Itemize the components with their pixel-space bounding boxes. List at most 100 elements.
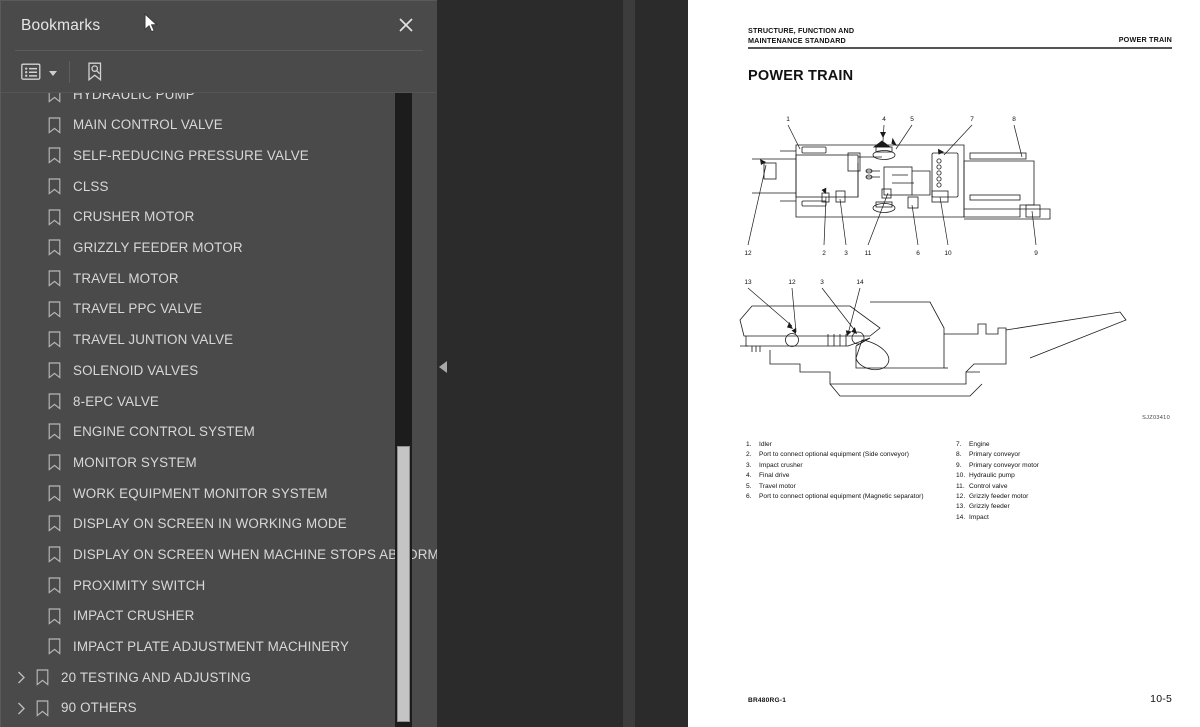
- bookmark-item[interactable]: TRAVEL JUNTION VALVE: [1, 325, 437, 356]
- bookmark-icon: [45, 515, 63, 533]
- page-header-left: STRUCTURE, FUNCTION AND MAINTENANCE STAN…: [748, 26, 854, 45]
- bookmarks-list[interactable]: HYDRAULIC PUMP MAIN CONTROL VALVE SELF-RED…: [1, 92, 437, 727]
- bookmark-item[interactable]: DISPLAY ON SCREEN IN WORKING MODE: [1, 509, 437, 540]
- bookmarks-scrollbar-thumb[interactable]: [397, 446, 410, 722]
- bookmark-icon: [45, 638, 63, 656]
- bookmark-icon: [45, 577, 63, 594]
- mouse-pointer-icon: [144, 12, 160, 35]
- header-rule: [748, 47, 1172, 49]
- bookmark-item[interactable]: 90 OTHERS: [1, 693, 437, 724]
- legend-item: 5. Travel motor: [746, 482, 942, 492]
- bookmarks-scrollbar-track[interactable]: [395, 93, 412, 727]
- svg-text:8: 8: [1012, 116, 1016, 123]
- legend-item-number: 12.: [956, 493, 966, 501]
- page-title: POWER TRAIN: [748, 68, 854, 84]
- panel-collapse-handle[interactable]: [437, 360, 449, 374]
- triangle-left-icon[interactable]: [439, 361, 447, 373]
- bookmark-item[interactable]: CRUSHER MOTOR: [1, 202, 437, 233]
- svg-text:12: 12: [788, 279, 796, 286]
- legend-item-text: Primary conveyor: [969, 451, 1021, 459]
- legend-item-text: Grizzly feeder: [969, 503, 1010, 511]
- grizzly-feeder-diagram: 13 12 3 14: [730, 272, 1130, 407]
- legend-item-text: Port to connect optional equipment (Magn…: [759, 493, 924, 501]
- legend-item: 2. Port to connect optional equipment (Si…: [746, 450, 942, 460]
- bookmarks-panel: Bookmarks HYDRAULIC PUMP MAIN CONTROL VA…: [0, 0, 437, 727]
- bookmark-item[interactable]: HYDRAULIC PUMP: [1, 93, 437, 110]
- legend-item: 9. Primary conveyor motor: [956, 461, 1152, 471]
- legend-item-number: 2.: [746, 451, 752, 459]
- legend-item-text: Hydraulic pump: [969, 472, 1015, 480]
- list-options-icon[interactable]: [17, 60, 61, 84]
- page-footer: BR480RG-1 10-5: [748, 693, 1172, 705]
- bookmark-label: MONITOR SYSTEM: [73, 454, 197, 470]
- panel-title: Bookmarks: [21, 16, 101, 34]
- power-train-side-view-diagram: 1 4 5 7 8 12 2 3 11 6 10 9: [736, 105, 1156, 265]
- legend-item-text: Primary conveyor motor: [969, 461, 1039, 469]
- bookmark-item[interactable]: MONITOR SYSTEM: [1, 447, 437, 478]
- legend-item-text: Impact: [969, 513, 989, 521]
- bookmark-item[interactable]: WORK EQUIPMENT MONITOR SYSTEM: [1, 478, 437, 509]
- legend-item: 11. Control valve: [956, 482, 1152, 492]
- bookmark-icon: [45, 331, 63, 349]
- bookmark-icon: [45, 116, 63, 134]
- bookmark-icon: [45, 147, 63, 165]
- bookmark-label: TRAVEL JUNTION VALVE: [73, 332, 234, 348]
- svg-text:9: 9: [1034, 250, 1038, 257]
- bookmark-icon: [45, 607, 63, 625]
- bookmark-item[interactable]: TRAVEL PPC VALVE: [1, 294, 437, 325]
- bookmark-item[interactable]: PROXIMITY SWITCH: [1, 570, 437, 601]
- svg-text:3: 3: [820, 279, 824, 286]
- bookmark-item[interactable]: SOLENOID VALVES: [1, 355, 437, 386]
- svg-text:5: 5: [910, 116, 914, 123]
- bookmark-icon: [45, 423, 63, 441]
- bookmark-item[interactable]: 8-EPC VALVE: [1, 386, 437, 417]
- bookmark-item[interactable]: IMPACT PLATE ADJUSTMENT MACHINERY: [1, 631, 437, 662]
- svg-text:7: 7: [970, 116, 974, 123]
- bookmark-icon: [45, 362, 63, 379]
- svg-text:4: 4: [882, 116, 886, 123]
- legend-item-text: Travel motor: [759, 482, 796, 490]
- svg-text:2: 2: [822, 250, 826, 257]
- bookmark-label: TRAVEL MOTOR: [73, 270, 179, 286]
- bookmark-label: GRIZZLY FEEDER MOTOR: [73, 240, 243, 256]
- bookmark-item[interactable]: IMPACT CRUSHER: [1, 601, 437, 632]
- legend-column-right: 7. Engine 8. Primary conveyor 9. Primary conv…: [956, 440, 1152, 523]
- legend-item-text: Idler: [759, 441, 772, 448]
- svg-text:14: 14: [856, 279, 864, 286]
- legend-item-number: 8.: [956, 451, 962, 459]
- legend-item-number: 11.: [956, 482, 965, 490]
- bookmark-label: PROXIMITY SWITCH: [73, 577, 206, 593]
- pdf-page: STRUCTURE, FUNCTION AND MAINTENANCE STAN…: [688, 0, 1200, 727]
- bookmark-item[interactable]: CLSS: [1, 171, 437, 202]
- bookmark-icon: [45, 454, 63, 471]
- legend-item-text: Port to connect optional equipment (Side…: [759, 451, 909, 459]
- bookmark-icon: [33, 669, 51, 686]
- legend-item-number: 5.: [746, 482, 752, 490]
- bookmark-item[interactable]: MAIN CONTROL VALVE: [1, 110, 437, 141]
- svg-text:10: 10: [944, 250, 952, 257]
- chevron-down-icon[interactable]: [49, 70, 57, 76]
- bookmark-label: ENGINE CONTROL SYSTEM: [73, 424, 255, 440]
- bookmark-icon: [45, 301, 63, 318]
- close-icon[interactable]: [395, 14, 417, 36]
- bookmark-item[interactable]: ENGINE CONTROL SYSTEM: [1, 417, 437, 448]
- bookmark-item[interactable]: 20 TESTING AND ADJUSTING: [1, 662, 437, 693]
- bookmark-label: CRUSHER MOTOR: [73, 209, 195, 225]
- bookmark-item[interactable]: TRAVEL MOTOR: [1, 263, 437, 294]
- chevron-right-icon[interactable]: [13, 702, 29, 715]
- legend-item-number: 6.: [746, 493, 752, 501]
- pdf-viewer-window: Bookmarks HYDRAULIC PUMP MAIN CONTROL VA…: [0, 0, 1200, 727]
- legend-item-number: 10.: [956, 472, 966, 480]
- bookmark-item[interactable]: GRIZZLY FEEDER MOTOR: [1, 232, 437, 263]
- bookmark-label: DISPLAY ON SCREEN IN WORKING MODE: [73, 516, 347, 532]
- page-header-right: POWER TRAIN: [1118, 35, 1172, 44]
- chevron-right-icon[interactable]: [13, 671, 29, 684]
- bookmark-label: WORK EQUIPMENT MONITOR SYSTEM: [73, 485, 328, 501]
- bookmark-label: SELF-REDUCING PRESSURE VALVE: [73, 148, 309, 164]
- bookmark-icon: [45, 546, 63, 563]
- find-bookmark-icon[interactable]: [80, 58, 110, 86]
- legend-item: 8. Primary conveyor: [956, 450, 1152, 460]
- bookmark-item[interactable]: SELF-REDUCING PRESSURE VALVE: [1, 140, 437, 171]
- svg-text:13: 13: [744, 279, 752, 286]
- bookmark-item[interactable]: DISPLAY ON SCREEN WHEN MACHINE STOPS ABN…: [1, 539, 437, 570]
